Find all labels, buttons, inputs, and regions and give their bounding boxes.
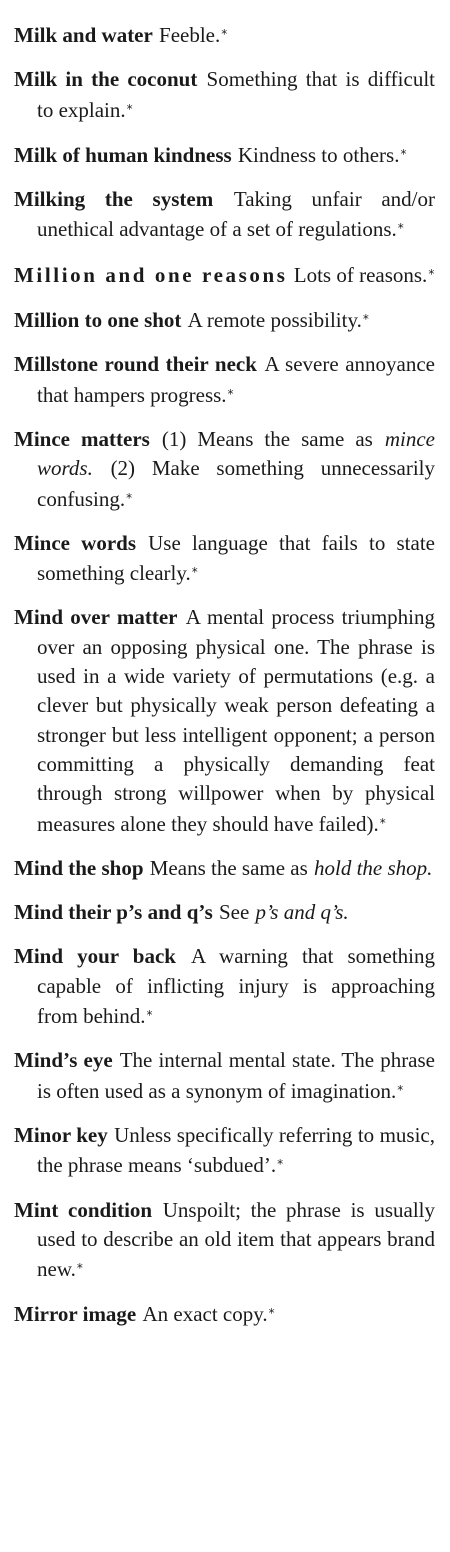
entry-term: Milk of human kindness (14, 142, 232, 167)
asterisk-mark: * (428, 266, 435, 281)
entry-definition: A remote possibility. (187, 308, 362, 333)
entry-mince-words: Mince words Use language that fails to s… (14, 529, 435, 589)
entry-term: Milk and water (14, 23, 153, 47)
entry-definition: Lots of reasons. (293, 262, 428, 287)
entry-mind-their-ps-and-qs: Mind their p’s and q’s See p’s and q’s. (14, 898, 435, 927)
entry-mind-your-back: Mind your back A warning that something … (14, 942, 435, 1031)
entry-term: Mint condition (14, 1197, 153, 1222)
entry-milk-of-human-kindness: Milk of human kindness Kindness to other… (14, 140, 435, 170)
entry-term: Mince words (14, 530, 136, 555)
entry-definition: (1) Means the same as (161, 426, 373, 451)
asterisk-mark: * (76, 1261, 83, 1276)
entry-million-and-one-reasons: Million and one reasons Lots of reasons.… (14, 260, 435, 290)
asterisk-mark: * (191, 565, 198, 580)
asterisk-mark: * (126, 490, 133, 505)
entry-definition: Means the same as (149, 855, 308, 880)
entry-minor-key: Minor key Unless specifically referring … (14, 1121, 435, 1181)
entry-term: Mind your back (14, 944, 176, 969)
entry-definition-part-2: (2) Make something unnecessarily confusi… (37, 456, 435, 511)
entry-cross-reference: p’s and q’s. (255, 900, 349, 925)
entry-term: Millstone round their neck (14, 352, 257, 377)
entry-definition: An exact copy. (142, 1302, 268, 1327)
entry-term: Million to one shot (14, 308, 182, 333)
entry-term: Milking the system (14, 187, 214, 212)
entry-milking-the-system: Milking the system Taking unfair and/or … (14, 185, 435, 245)
entry-mirror-image: Mirror image An exact copy.* (14, 1299, 435, 1329)
asterisk-mark: * (227, 386, 234, 401)
entry-mind-over-matter: Mind over matter A mental process triump… (14, 603, 435, 838)
asterisk-mark: * (400, 146, 407, 161)
entry-term: Mind’s eye (14, 1048, 113, 1073)
entry-million-to-one-shot: Million to one shot A remote possibility… (14, 305, 435, 335)
entry-definition: A mental process triumphing over an oppo… (37, 605, 436, 836)
asterisk-mark: * (146, 1008, 153, 1023)
entry-minds-eye: Mind’s eye The internal mental state. Th… (14, 1046, 435, 1106)
dictionary-page: Milk and water Feeble.* Milk in the coco… (14, 20, 435, 1345)
entry-cross-reference: hold the shop. (314, 855, 433, 880)
entry-mince-matters: Mince matters (1) Means the same as minc… (14, 425, 435, 514)
entry-milk-and-water: Milk and water Feeble.* (14, 20, 435, 50)
entry-mint-condition: Mint condition Unspoilt; the phrase is u… (14, 1196, 435, 1285)
entry-millstone-round-their-neck: Millstone round their neck A severe anno… (14, 350, 435, 410)
entry-term: Minor key (14, 1122, 108, 1147)
entry-term: Million and one reasons (14, 262, 288, 287)
entry-term: Mind the shop (14, 855, 144, 880)
asterisk-mark: * (379, 815, 386, 830)
entry-mind-the-shop: Mind the shop Means the same as hold the… (14, 854, 435, 883)
entry-term: Mirror image (14, 1302, 137, 1327)
entry-milk-in-the-coconut: Milk in the coconut Something that is di… (14, 65, 435, 125)
asterisk-mark: * (126, 101, 133, 116)
asterisk-mark: * (397, 221, 404, 236)
entry-definition: Kindness to others. (237, 142, 400, 167)
asterisk-mark: * (362, 312, 369, 327)
entry-definition: See (218, 900, 250, 925)
entry-term: Mind over matter (14, 605, 178, 630)
entry-term: Mind their p’s and q’s (14, 900, 213, 925)
asterisk-mark: * (268, 1306, 275, 1321)
asterisk-mark: * (221, 27, 228, 41)
entry-definition: Feeble. (159, 23, 221, 47)
entry-term: Mince matters (14, 426, 150, 451)
entry-term: Milk in the coconut (14, 67, 198, 92)
asterisk-mark: * (277, 1157, 284, 1172)
asterisk-mark: * (397, 1082, 404, 1097)
